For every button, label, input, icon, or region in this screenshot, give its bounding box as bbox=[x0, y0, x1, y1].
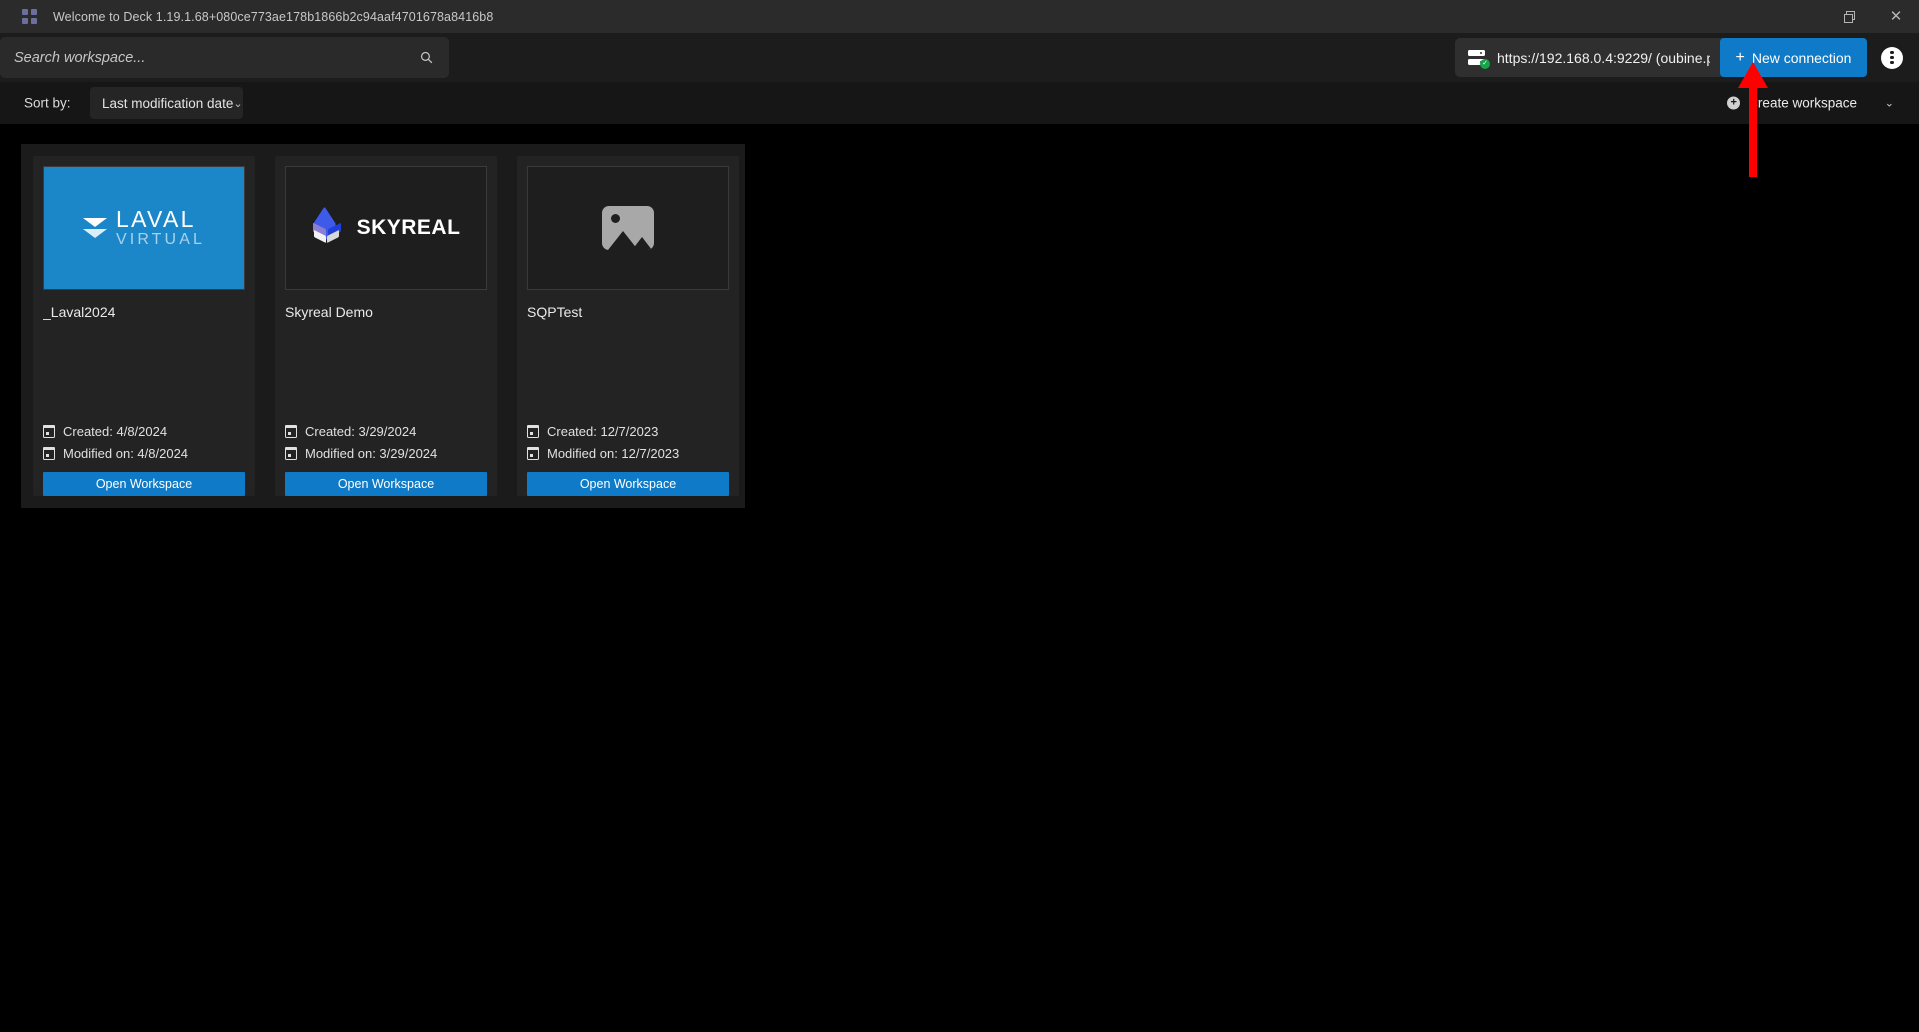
calendar-icon bbox=[527, 448, 539, 460]
workspace-metadata: Created: 3/29/2024 Modified on: 3/29/202… bbox=[285, 424, 487, 472]
calendar-icon bbox=[285, 448, 297, 460]
create-workspace-button[interactable]: + Create workspace bbox=[1727, 96, 1857, 111]
sort-bar: Sort by: Last modification date ⌄ + Crea… bbox=[0, 82, 1919, 124]
workspace-metadata: Created: 12/7/2023 Modified on: 12/7/202… bbox=[527, 424, 729, 472]
server-icon: ✓ bbox=[1468, 49, 1488, 67]
window-title-bar: Welcome to Deck 1.19.1.68+080ce773ae178b… bbox=[0, 0, 1919, 33]
created-date-row: Created: 3/29/2024 bbox=[285, 424, 487, 439]
overflow-menu-button[interactable] bbox=[1875, 38, 1909, 77]
open-workspace-button[interactable]: Open Workspace bbox=[527, 472, 729, 496]
app-grid-squares-icon bbox=[22, 9, 38, 25]
search-workspace-box[interactable] bbox=[0, 37, 449, 78]
calendar-icon bbox=[527, 426, 539, 438]
workspace-name: _Laval2024 bbox=[43, 304, 245, 320]
restore-icon bbox=[1844, 11, 1856, 23]
workspace-card[interactable]: SKYREAL Skyreal Demo Created: 3/29/2024 … bbox=[275, 156, 497, 496]
calendar-icon bbox=[43, 448, 55, 460]
close-window-button[interactable]: ✕ bbox=[1873, 0, 1919, 33]
calendar-icon bbox=[285, 426, 297, 438]
sort-by-label: Sort by: bbox=[24, 96, 71, 111]
laval-chevron-icon bbox=[83, 218, 107, 238]
created-date-label: Created: 4/8/2024 bbox=[63, 424, 167, 439]
created-date-label: Created: 12/7/2023 bbox=[547, 424, 658, 439]
sort-by-select[interactable]: Last modification date ⌄ bbox=[90, 87, 243, 119]
connection-selector[interactable]: ✓ https://192.168.0.4:9229/ (oubine.pe ⌄ bbox=[1455, 38, 1750, 77]
skyreal-logo-text: SKYREAL bbox=[357, 216, 461, 240]
skyreal-cube-icon bbox=[312, 212, 346, 244]
close-icon: ✕ bbox=[1890, 9, 1903, 24]
search-input[interactable] bbox=[14, 50, 420, 66]
search-icon[interactable] bbox=[420, 51, 433, 64]
connected-status-badge: ✓ bbox=[1480, 59, 1490, 69]
open-workspace-button[interactable]: Open Workspace bbox=[285, 472, 487, 496]
modified-date-label: Modified on: 3/29/2024 bbox=[305, 446, 437, 461]
workspace-name: Skyreal Demo bbox=[285, 304, 487, 320]
modified-date-row: Modified on: 4/8/2024 bbox=[43, 446, 245, 461]
image-placeholder-icon bbox=[602, 206, 654, 250]
workspace-card-grid: LAVAL VIRTUAL _Laval2024 Created: 4/8/20… bbox=[21, 144, 745, 508]
workspace-name: SQPTest bbox=[527, 304, 729, 320]
chevron-down-icon: ⌄ bbox=[233, 97, 242, 110]
calendar-icon bbox=[43, 426, 55, 438]
window-controls: ✕ bbox=[1827, 0, 1919, 33]
created-date-row: Created: 12/7/2023 bbox=[527, 424, 729, 439]
laval-logo-secondary-text: VIRTUAL bbox=[116, 232, 205, 248]
modified-date-label: Modified on: 12/7/2023 bbox=[547, 446, 679, 461]
kebab-menu-icon bbox=[1881, 47, 1903, 69]
created-date-row: Created: 4/8/2024 bbox=[43, 424, 245, 439]
workspace-metadata: Created: 4/8/2024 Modified on: 4/8/2024 bbox=[43, 424, 245, 472]
plus-circle-icon: + bbox=[1727, 97, 1740, 110]
skyreal-logo: SKYREAL bbox=[312, 212, 461, 244]
new-connection-label: New connection bbox=[1752, 50, 1852, 66]
create-workspace-label: Create workspace bbox=[1748, 96, 1857, 111]
create-workspace-chevron-down-icon[interactable]: ⌄ bbox=[1885, 97, 1894, 110]
modified-date-row: Modified on: 3/29/2024 bbox=[285, 446, 487, 461]
workspace-thumbnail bbox=[527, 166, 729, 290]
open-workspace-button[interactable]: Open Workspace bbox=[43, 472, 245, 496]
main-content: LAVAL VIRTUAL _Laval2024 Created: 4/8/20… bbox=[0, 124, 1919, 1032]
workspace-card[interactable]: LAVAL VIRTUAL _Laval2024 Created: 4/8/20… bbox=[33, 156, 255, 496]
restore-window-button[interactable] bbox=[1827, 0, 1873, 33]
workspace-thumbnail: SKYREAL bbox=[285, 166, 487, 290]
workspace-card[interactable]: SQPTest Created: 12/7/2023 Modified on: … bbox=[517, 156, 739, 496]
laval-logo-primary-text: LAVAL bbox=[116, 208, 205, 231]
modified-date-label: Modified on: 4/8/2024 bbox=[63, 446, 188, 461]
new-connection-button[interactable]: + New connection bbox=[1720, 38, 1867, 77]
sort-by-value: Last modification date bbox=[102, 96, 233, 111]
plus-icon: + bbox=[1736, 50, 1745, 66]
window-title: Welcome to Deck 1.19.1.68+080ce773ae178b… bbox=[53, 10, 493, 24]
connection-url-label: https://192.168.0.4:9229/ (oubine.pe bbox=[1497, 50, 1710, 66]
created-date-label: Created: 3/29/2024 bbox=[305, 424, 416, 439]
laval-virtual-logo: LAVAL VIRTUAL bbox=[44, 167, 244, 289]
top-toolbar: ✓ https://192.168.0.4:9229/ (oubine.pe ⌄… bbox=[0, 33, 1919, 82]
workspace-thumbnail: LAVAL VIRTUAL bbox=[43, 166, 245, 290]
modified-date-row: Modified on: 12/7/2023 bbox=[527, 446, 729, 461]
